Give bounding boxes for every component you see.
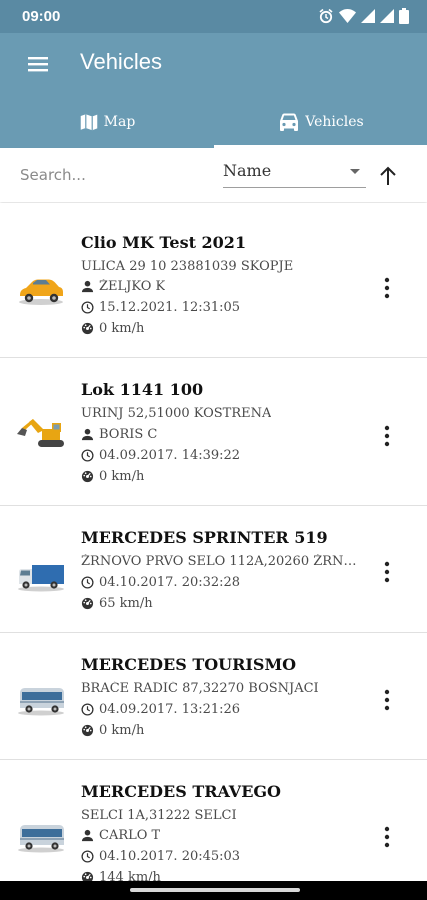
sort-select[interactable]: Name [223, 158, 366, 188]
vehicle-name: Lok 1141 100 [81, 380, 204, 399]
car-icon [280, 113, 299, 131]
vehicle-speed: 0 km/h [81, 321, 144, 336]
vehicle-driver: CARLO T [81, 828, 160, 843]
list-item[interactable]: MERCEDES TRAVEGO SELCI 1A,31222 SELCI CA… [0, 760, 427, 900]
more-options-icon[interactable] [377, 276, 397, 300]
vehicle-speed: 0 km/h [81, 723, 144, 738]
more-options-icon[interactable] [377, 688, 397, 712]
vehicle-name: Clio MK Test 2021 [81, 233, 247, 252]
vehicle-name: MERCEDES TOURISMO [81, 655, 297, 674]
vehicle-address: BRAĆE RADIĆ 87,32270 BOŠNJACI [81, 681, 319, 696]
vehicle-name: MERCEDES TRAVEGO [81, 782, 281, 801]
person-icon [81, 829, 94, 842]
tab-bar: Map Vehicles [0, 95, 427, 148]
vehicle-driver: ŽELJKO K [81, 279, 165, 294]
tab-map[interactable]: Map [0, 95, 213, 148]
navigation-bar [0, 881, 427, 900]
arrow-up-icon[interactable] [376, 164, 400, 188]
status-bar: 09:00 [0, 0, 427, 33]
vehicle-address: URINJ 52,51000 KOSTRENA [81, 406, 272, 421]
search-input[interactable] [20, 162, 200, 188]
bus-icon [18, 688, 64, 716]
vehicle-time: 04.10.2017. 20:32:28 [81, 575, 240, 590]
page-title: Vehicles [80, 49, 162, 74]
search-sort-toolbar: Name [0, 148, 427, 202]
list-item[interactable]: Lok 1141 100 URINJ 52,51000 KOSTRENA BOR… [0, 358, 427, 506]
app-bar: Vehicles [0, 33, 427, 95]
vehicle-driver: BORIS C [81, 427, 157, 442]
truck-icon [18, 565, 64, 592]
list-item[interactable]: MERCEDES TOURISMO BRAĆE RADIĆ 87,32270 B… [0, 633, 427, 760]
car-icon [19, 279, 63, 305]
tab-vehicles[interactable]: Vehicles [214, 95, 427, 148]
menu-icon[interactable] [26, 52, 50, 76]
signal-icon [361, 9, 375, 23]
vehicle-name: MERCEDES SPRINTER 519 [81, 528, 328, 547]
vehicle-time: 04.09.2017. 13:21:26 [81, 702, 240, 717]
vehicle-time: 04.09.2017. 14:39:22 [81, 448, 240, 463]
vehicle-address: SELCI 1A,31222 SELCI [81, 808, 237, 823]
vehicle-speed: 65 km/h [81, 596, 153, 611]
vehicle-time: 15.12.2021. 12:31:05 [81, 300, 240, 315]
more-options-icon[interactable] [377, 424, 397, 448]
chevron-down-icon [350, 169, 360, 174]
signal-icon [380, 9, 394, 23]
clock-icon [81, 703, 94, 716]
status-time: 09:00 [22, 8, 61, 25]
tab-vehicles-label: Vehicles [305, 113, 364, 130]
vehicle-speed: 0 km/h [81, 469, 144, 484]
home-gesture-handle[interactable] [130, 888, 300, 892]
speedometer-icon [81, 597, 94, 610]
vehicle-address: ŽRNOVO PRVO SELO 112A,20260 ŽRNOVO [81, 554, 366, 569]
wifi-icon [339, 9, 356, 23]
person-icon [81, 428, 94, 441]
clock-icon [81, 850, 94, 863]
speedometer-icon [81, 470, 94, 483]
alarm-icon [319, 8, 333, 24]
sort-value: Name [223, 161, 272, 180]
status-icons [318, 8, 409, 24]
list-item[interactable]: Clio MK Test 2021 ULICA 29 10 23881039 S… [0, 203, 427, 358]
speedometer-icon [81, 724, 94, 737]
list-item[interactable]: MERCEDES SPRINTER 519 ŽRNOVO PRVO SELO 1… [0, 506, 427, 633]
vehicle-address: ULICA 29 10 23881039 SKOPJE [81, 259, 294, 274]
excavator-icon [17, 419, 64, 447]
clock-icon [81, 449, 94, 462]
speedometer-icon [81, 322, 94, 335]
map-icon [80, 113, 97, 130]
bus-icon [18, 825, 64, 853]
person-icon [81, 280, 94, 293]
more-options-icon[interactable] [377, 825, 397, 849]
vehicle-time: 04.10.2017. 20:45:03 [81, 849, 240, 864]
tab-map-label: Map [103, 113, 136, 130]
clock-icon [81, 576, 94, 589]
battery-icon [399, 8, 409, 24]
clock-icon [81, 301, 94, 314]
more-options-icon[interactable] [377, 560, 397, 584]
